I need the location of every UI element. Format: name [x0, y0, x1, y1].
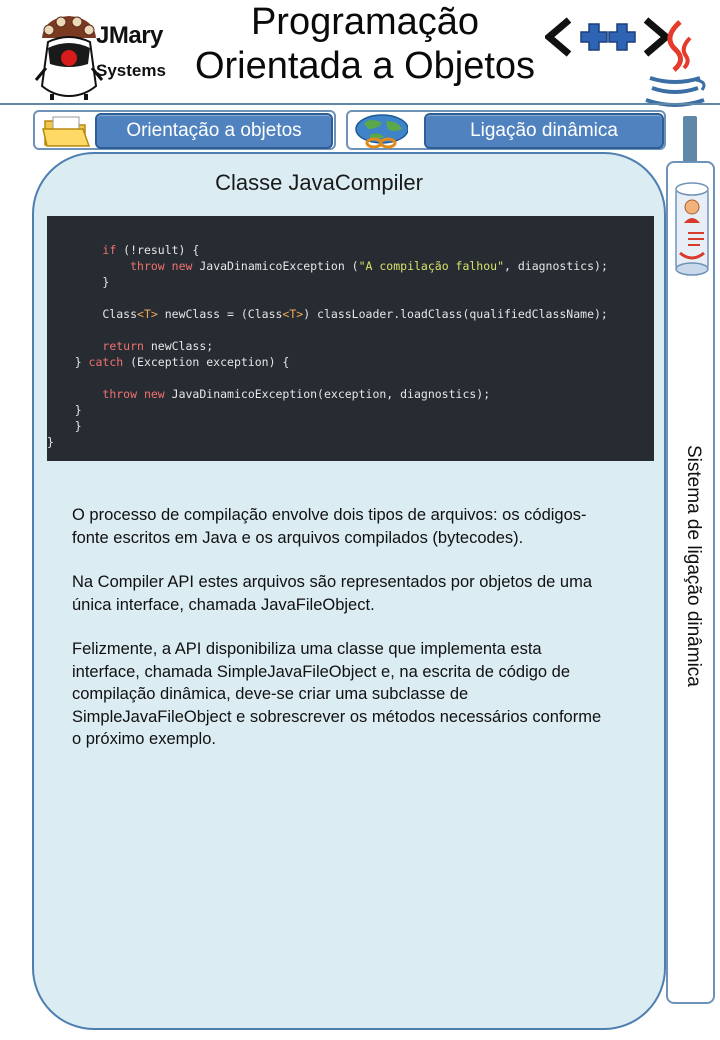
code-line: throw new JavaDinamicoException ("A comp… [47, 258, 654, 274]
side-panel[interactable]: Sistema de ligação dinâmica [666, 161, 715, 1004]
code-token: <T> [137, 307, 158, 321]
paragraph-2: Na Compiler API estes arquivos são repre… [72, 573, 593, 614]
code-line: } catch (Exception exception) { [47, 354, 654, 370]
body-text: O processo de compilação envolve dois ti… [72, 504, 612, 773]
code-line: } [47, 418, 654, 434]
paragraph-1: O processo de compilação envolve dois ti… [72, 506, 587, 547]
tab-orientacao-objetos-button[interactable]: Orientação a objetos [95, 113, 333, 149]
code-token: newClass; [143, 339, 214, 353]
code-token: } [47, 403, 82, 417]
code-token: (Exception exception) { [123, 355, 290, 369]
code-token: ) classLoader.loadClass(qualifiedClassNa… [303, 307, 608, 321]
code-token: } [47, 435, 54, 449]
code-token: throw [102, 387, 138, 401]
page-title-line-1: Programação [250, 1, 480, 43]
code-line: } [47, 434, 654, 450]
code-token: , diagnostics); [504, 259, 608, 273]
folder-icon [42, 116, 91, 147]
page-title: Programação Orientada a Objetos [160, 0, 570, 88]
code-token: JavaDinamicoException(exception, diagnos… [164, 387, 491, 401]
code-token: new [143, 387, 165, 401]
code-token: JavaDinamicoException ( [192, 259, 359, 273]
content-title: Classe JavaCompiler [215, 170, 423, 195]
code-token: return [102, 339, 144, 353]
paragraph-3: Felizmente, a API disponibiliza uma clas… [72, 640, 602, 748]
code-token: if [102, 243, 117, 257]
code-token: throw [130, 259, 165, 273]
code-line: } [47, 274, 654, 290]
code-token: newClass = (Class [157, 307, 283, 321]
page-title-line-2: Orientada a Objetos [194, 45, 536, 87]
globe-link-icon [355, 114, 408, 149]
code-line: if (!result) { [47, 242, 654, 258]
code-line: Class<T> newClass = (Class<T>) classLoad… [47, 306, 654, 322]
code-token: Class [47, 307, 138, 321]
code-token: } [47, 419, 82, 433]
side-panel-label: Sistema de ligação dinâmica [683, 445, 704, 687]
brand-name: JMary [96, 22, 163, 49]
code-line: throw new JavaDinamicoException(exceptio… [47, 386, 654, 402]
header-divider [0, 103, 720, 105]
brand-subtitle: Systems [96, 61, 166, 80]
jmary-logo: JMary Systems [34, 8, 169, 100]
duke-mascot-icon [34, 16, 104, 100]
code-token: } [47, 275, 110, 289]
tab-orientacao-objetos[interactable]: Orientação a objetos [33, 110, 336, 150]
code-token: catch [88, 355, 124, 369]
code-token: (!result) { [116, 243, 200, 257]
code-line: } [47, 402, 654, 418]
document-scroll-icon [675, 182, 709, 276]
java-coffee-icon [645, 20, 706, 107]
side-panel-connector [683, 116, 697, 164]
code-block: if (!result) { throw new JavaDinamicoExc… [47, 216, 654, 461]
code-token: <T> [282, 307, 304, 321]
code-token: "A compilação falhou" [358, 259, 505, 273]
tab-ligacao-dinamica-button[interactable]: Ligação dinâmica [424, 113, 664, 149]
content-card: Classe JavaCompiler if (!result) { throw… [32, 152, 666, 1030]
code-token: } [47, 355, 89, 369]
tab-ligacao-dinamica[interactable]: Ligação dinâmica [346, 110, 666, 150]
code-token: new [171, 259, 193, 273]
code-line: return newClass; [47, 338, 654, 354]
